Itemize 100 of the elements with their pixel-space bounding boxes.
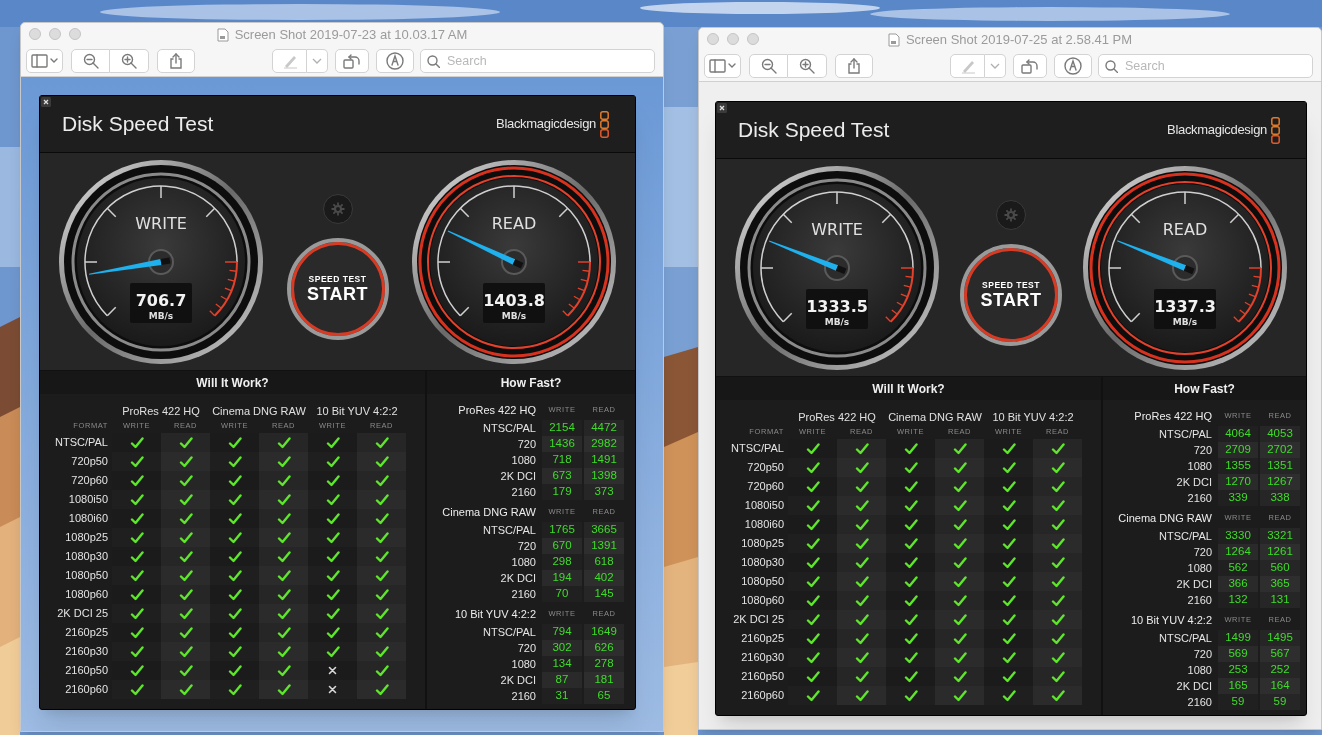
check-icon [952, 613, 967, 626]
share-button[interactable] [835, 54, 873, 78]
table-cell: 3321 [1260, 528, 1300, 544]
check-icon [374, 493, 389, 506]
check-icon [805, 442, 820, 455]
sidebar-icon [30, 54, 59, 68]
check-icon [129, 455, 144, 468]
check-icon [952, 594, 967, 607]
cross-icon [328, 666, 337, 675]
check-icon [1050, 518, 1065, 531]
check-icon [129, 645, 144, 658]
check-icon [276, 664, 291, 677]
annotate-button[interactable] [376, 49, 414, 73]
row-label: 2K DCI [500, 468, 536, 484]
check-icon [903, 689, 918, 702]
settings-button[interactable] [996, 199, 1026, 230]
table-cell: 1649 [584, 624, 624, 640]
table-cell: 1398 [584, 468, 624, 484]
rotate-button[interactable] [1013, 54, 1047, 78]
check-icon [854, 499, 869, 512]
table-cell: 4064 [1218, 426, 1258, 442]
check-icon [854, 689, 869, 702]
table-cell: 2982 [584, 436, 624, 452]
search-field[interactable]: Search [420, 49, 655, 73]
table-cell: 131 [1260, 592, 1300, 608]
check-icon [129, 569, 144, 582]
check-icon [129, 493, 144, 506]
check-icon [178, 493, 193, 506]
table-cell: 4053 [1260, 426, 1300, 442]
check-icon [903, 670, 918, 683]
row-label: NTSC/PAL [483, 522, 536, 538]
table-cell: 1355 [1218, 458, 1258, 474]
unit-label: MB/s [824, 316, 850, 327]
sidebar-button[interactable] [704, 54, 741, 78]
table-cell: 278 [584, 656, 624, 672]
markup-menu-button[interactable] [985, 54, 1006, 78]
markup-button[interactable] [272, 49, 307, 73]
table-cell: 1765 [542, 522, 582, 538]
zoom-in-button[interactable] [788, 54, 827, 78]
readout-panel [806, 288, 868, 329]
app-title: Disk Speed Test [62, 111, 214, 138]
check-icon [903, 632, 918, 645]
unit-label: MB/s [1172, 316, 1198, 327]
table-cell: 1270 [1218, 474, 1258, 490]
sidebar-button[interactable] [26, 49, 63, 73]
annotate-button[interactable] [1054, 54, 1092, 78]
settings-button[interactable] [322, 193, 353, 224]
close-icon [717, 103, 727, 113]
start-button[interactable]: SPEED TEST START [286, 237, 389, 340]
check-icon [1050, 575, 1065, 588]
table-cell: 253 [1218, 662, 1258, 678]
check-icon [374, 607, 389, 620]
zoom-in-icon [799, 58, 815, 74]
check-icon [276, 645, 291, 658]
check-icon [276, 512, 291, 525]
group-header: 10 Bit YUV 4:2:2 [316, 406, 398, 417]
zoom-out-button[interactable] [749, 54, 788, 78]
row-label: 1080 [511, 656, 536, 672]
group-header: Cinema DNG RAW [212, 406, 306, 417]
check-icon [374, 531, 389, 544]
check-icon [178, 436, 193, 449]
check-icon [854, 575, 869, 588]
share-button[interactable] [157, 49, 195, 73]
rotate-button[interactable] [335, 49, 369, 73]
check-icon [952, 556, 967, 569]
check-icon [178, 645, 193, 658]
table-cell: 165 [1218, 678, 1258, 694]
gauge-label: READ [1162, 219, 1208, 239]
check-icon [903, 613, 918, 626]
unit-label: MB/s [501, 310, 527, 321]
check-icon [325, 569, 340, 582]
table-cell: 2702 [1260, 442, 1300, 458]
check-icon [374, 626, 389, 639]
row-label: NTSC/PAL [1159, 630, 1212, 646]
row-label: 2K DCI [500, 672, 536, 688]
row-label: 2160p25 [741, 631, 784, 647]
check-icon [1050, 670, 1065, 683]
search-field[interactable]: Search [1098, 54, 1313, 78]
check-icon [276, 531, 291, 544]
markup-button[interactable] [950, 54, 985, 78]
gauge-label: WRITE [135, 213, 187, 233]
table-cell: 132 [1218, 592, 1258, 608]
check-icon [1050, 594, 1065, 607]
close-icon [41, 97, 51, 107]
table-cell: 145 [584, 586, 624, 602]
check-icon [374, 645, 389, 658]
start-button[interactable]: SPEED TEST START [960, 243, 1062, 346]
check-icon [805, 556, 820, 569]
check-icon [854, 613, 869, 626]
caret-icon [990, 63, 1000, 69]
row-label: 2160 [1187, 490, 1212, 506]
zoom-out-button[interactable] [71, 49, 110, 73]
markup-menu-button[interactable] [307, 49, 328, 73]
row-label: 1080 [1187, 662, 1212, 678]
row-label: 2160p60 [741, 688, 784, 704]
check-icon [129, 588, 144, 601]
check-icon [805, 518, 820, 531]
zoom-in-button[interactable] [110, 49, 149, 73]
check-icon [178, 569, 193, 582]
row-label: 1080p25 [741, 536, 784, 552]
